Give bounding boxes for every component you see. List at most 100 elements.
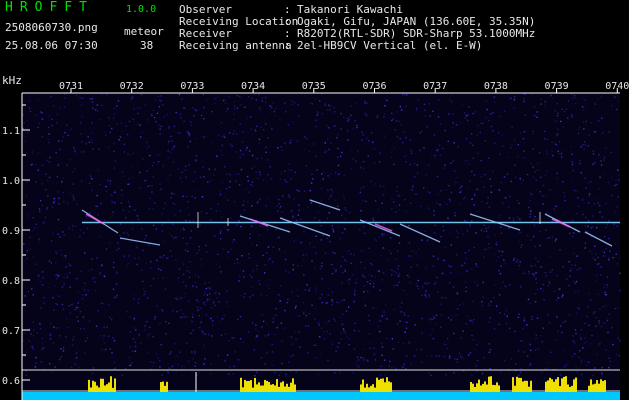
level-burst [524,380,526,392]
level-burst [284,386,286,392]
freq-tick-label: 0.6 [2,376,20,387]
level-burst [100,378,102,392]
level-burst [102,378,104,392]
level-burst [549,377,551,392]
level-burst [530,380,532,392]
freq-unit-label: kHz [2,74,22,87]
level-burst [268,381,270,392]
level-burst [575,377,577,392]
level-burst [288,386,290,392]
time-tick-label: 0734 [241,81,265,92]
freq-tick-label: 1.0 [2,176,20,187]
level-burst [545,381,547,392]
time-tick-label: 0738 [484,81,508,92]
level-burst [276,379,278,392]
level-burst [588,385,590,392]
level-burst [252,387,254,392]
level-burst [390,382,392,392]
level-burst [520,377,522,392]
level-burst [602,380,604,392]
level-burst [490,376,492,392]
level-burst [484,381,486,392]
level-burst [528,386,530,392]
level-burst [242,387,244,392]
level-burst [372,384,374,392]
level-burst [162,381,164,392]
time-tick-label: 0731 [59,81,83,92]
level-burst [474,386,476,392]
level-burst [246,381,248,392]
level-burst [478,379,480,392]
level-burst [592,384,594,392]
level-burst [272,384,274,392]
level-burst [553,381,555,392]
level-burst [270,384,272,392]
level-burst [92,380,94,392]
level-burst [512,377,514,392]
level-burst [250,380,252,392]
spectrogram: 0731 0732 0733 0734 0735 0736 0737 0738 0739 0740… [2,81,629,400]
level-burst [362,379,364,392]
level-burst [260,385,262,392]
level-burst [547,380,549,392]
level-burst [364,387,366,392]
level-burst [256,384,258,392]
spectrogram-background [22,93,620,400]
level-burst [366,383,368,392]
level-burst [384,382,386,392]
time-tick-label: 0739 [545,81,569,92]
level-burst [518,377,520,392]
time-tick-label: 0733 [180,81,204,92]
level-burst [94,381,96,392]
level-burst [590,379,592,392]
level-burst [286,383,288,392]
level-burst [374,387,376,392]
level-burst [378,379,380,392]
level-burst [604,380,606,392]
level-burst [557,377,559,392]
level-burst [482,383,484,392]
level-burst [571,385,573,392]
level-burst [486,384,488,392]
level-burst [561,378,563,392]
time-tick-label: 0736 [362,81,386,92]
freq-tick-label: 0.7 [2,326,20,337]
freq-tick-label: 0.9 [2,226,20,237]
level-burst [470,382,472,392]
level-burst [496,382,498,392]
level-burst [360,384,362,392]
level-burst [110,376,112,392]
level-burst [498,385,500,392]
level-burst [290,382,292,392]
level-burst [559,386,561,392]
level-burst [494,385,496,392]
level-burst [555,379,557,392]
level-burst [598,383,600,392]
time-tick-label: 0740 [605,81,629,92]
level-burst [104,385,106,392]
level-burst [160,382,162,392]
level-burst [294,384,296,392]
level-fill [22,392,620,400]
level-burst [292,378,294,392]
level-burst [244,379,246,392]
level-burst [476,383,478,392]
level-burst [258,382,260,392]
level-burst [262,385,264,392]
level-burst [248,381,250,392]
level-burst [274,385,276,392]
level-burst [112,387,114,392]
level-burst [376,377,378,392]
level-burst [266,380,268,392]
level-burst [278,386,280,392]
level-burst [98,387,100,392]
freq-tick-label: 1.1 [2,126,20,137]
level-burst [472,383,474,392]
level-burst [280,382,282,392]
level-burst [388,381,390,392]
level-burst [282,381,284,392]
level-burst [526,380,528,392]
level-burst [573,379,575,392]
level-burst [240,377,242,392]
level-burst [596,380,598,392]
